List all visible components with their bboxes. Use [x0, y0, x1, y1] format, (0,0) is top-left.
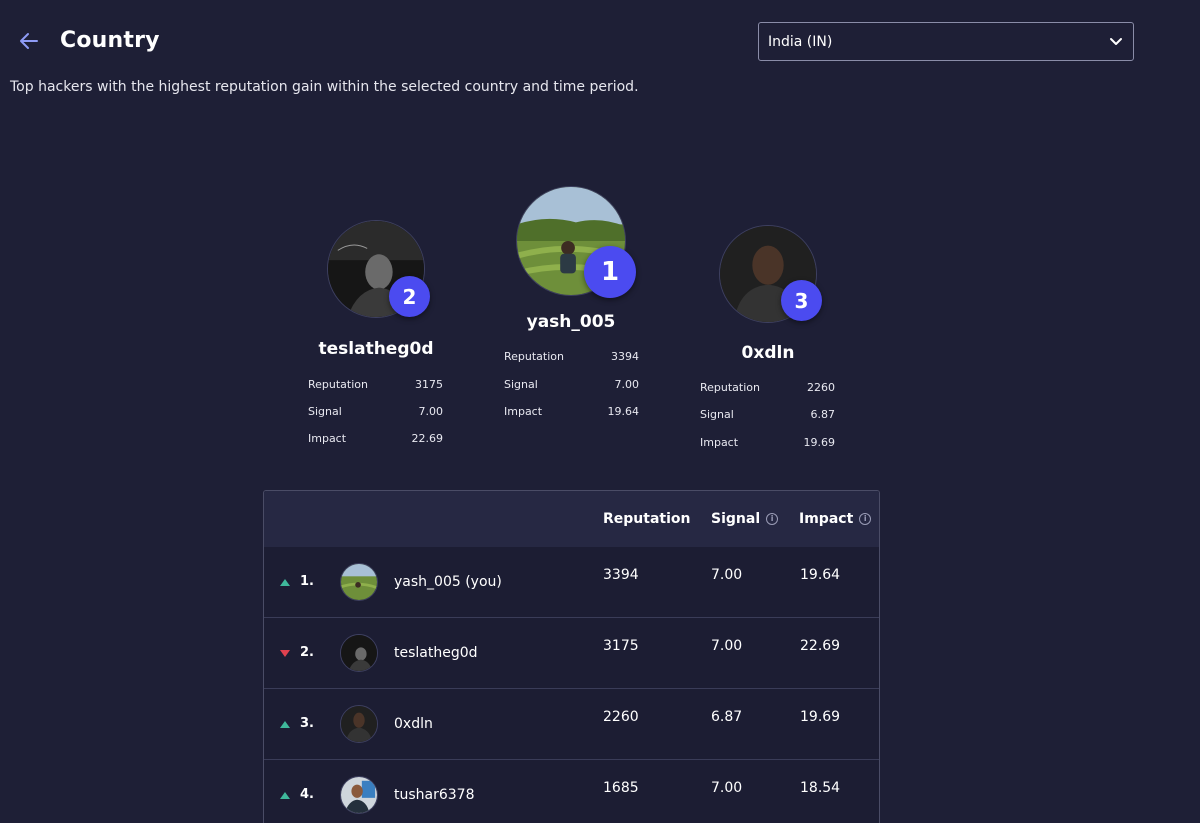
- row-username[interactable]: tushar6378: [394, 787, 475, 803]
- row-impact: 19.69: [800, 709, 841, 725]
- info-icon[interactable]: i: [766, 513, 779, 525]
- row-signal: 6.87: [711, 709, 743, 725]
- column-signal[interactable]: Signal i: [711, 511, 779, 527]
- avatar[interactable]: [340, 776, 378, 814]
- country-select[interactable]: India (IN): [758, 22, 1134, 61]
- row-rank: 4.: [300, 787, 314, 802]
- triangle-down-icon: [280, 650, 290, 657]
- avatar[interactable]: [340, 563, 378, 601]
- row-reputation: 3394: [603, 567, 639, 583]
- row-impact: 22.69: [800, 638, 841, 654]
- avatar[interactable]: [340, 634, 378, 672]
- podium-username[interactable]: teslatheg0d: [296, 339, 456, 359]
- row-reputation: 2260: [603, 709, 639, 725]
- leaderboard-table: Reputation Signal i Impact i 1. yash_005…: [263, 490, 880, 823]
- rank-badge: 2: [389, 276, 430, 317]
- page-subtitle: Top hackers with the highest reputation …: [10, 79, 639, 95]
- row-rank: 3.: [300, 716, 314, 731]
- page-title: Country: [60, 28, 160, 53]
- row-signal: 7.00: [711, 638, 743, 654]
- triangle-up-icon: [280, 579, 290, 586]
- table-row[interactable]: 3. 0xdln 2260 6.87 19.69: [264, 689, 879, 760]
- stat-signal: Signal 7.00: [504, 378, 639, 391]
- row-rank: 1.: [300, 574, 314, 589]
- table-row[interactable]: 2. teslatheg0d 3175 7.00 22.69: [264, 618, 879, 689]
- table-header: Reputation Signal i Impact i: [264, 491, 879, 547]
- column-impact[interactable]: Impact i: [799, 511, 872, 527]
- arrow-left-icon: [20, 33, 38, 49]
- podium-username[interactable]: yash_005: [491, 312, 651, 332]
- stat-reputation: Reputation 2260: [700, 381, 835, 394]
- row-signal: 7.00: [711, 567, 743, 583]
- row-reputation: 3175: [603, 638, 639, 654]
- chevron-down-icon: [1110, 37, 1122, 45]
- triangle-up-icon: [280, 721, 290, 728]
- row-rank: 2.: [300, 645, 314, 660]
- avatar[interactable]: [340, 705, 378, 743]
- rank-badge: 1: [584, 246, 636, 298]
- back-button[interactable]: [16, 28, 42, 54]
- stat-reputation: Reputation 3175: [308, 378, 443, 391]
- table-row[interactable]: 1. yash_005 (you) 3394 7.00 19.64: [264, 547, 879, 618]
- stat-signal: Signal 6.87: [700, 408, 835, 421]
- stat-impact: Impact 19.64: [504, 405, 639, 418]
- stat-reputation: Reputation 3394: [504, 350, 639, 363]
- row-signal: 7.00: [711, 780, 743, 796]
- row-reputation: 1685: [603, 780, 639, 796]
- row-username[interactable]: 0xdln: [394, 716, 433, 732]
- info-icon[interactable]: i: [859, 513, 872, 525]
- podium-username[interactable]: 0xdln: [688, 343, 848, 363]
- table-row[interactable]: 4. tushar6378 1685 7.00 18.54: [264, 760, 879, 823]
- row-username[interactable]: yash_005 (you): [394, 574, 502, 590]
- stat-impact: Impact 19.69: [700, 436, 835, 449]
- triangle-up-icon: [280, 792, 290, 799]
- row-impact: 19.64: [800, 567, 841, 583]
- column-reputation[interactable]: Reputation: [603, 511, 690, 527]
- country-select-value: India (IN): [768, 33, 833, 50]
- rank-badge: 3: [781, 280, 822, 321]
- stat-impact: Impact 22.69: [308, 432, 443, 445]
- row-impact: 18.54: [800, 780, 841, 796]
- row-username[interactable]: teslatheg0d: [394, 645, 478, 661]
- stat-signal: Signal 7.00: [308, 405, 443, 418]
